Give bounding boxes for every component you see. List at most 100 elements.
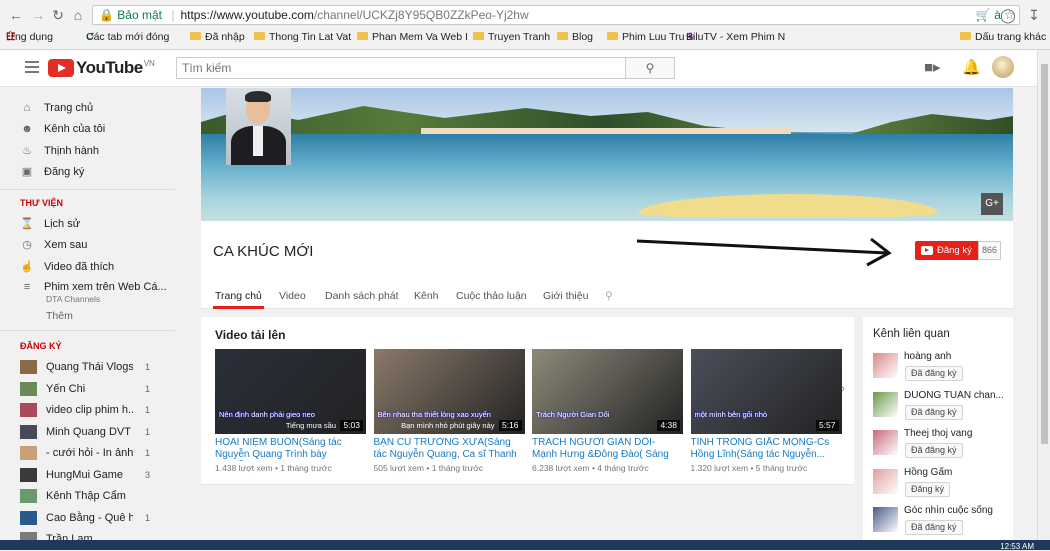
- related-channel-item[interactable]: Hồng Gấm Đăng ký: [873, 467, 1008, 501]
- page-scrollbar[interactable]: [1037, 50, 1050, 550]
- video-meta: 1.320 lượt xem • 5 tháng trước: [690, 463, 808, 473]
- video-thumbnail[interactable]: Nên định danh phải gieo neo Tiếng mưa sầu…: [215, 349, 366, 434]
- bookmark-blog[interactable]: Blog: [557, 30, 593, 43]
- more-link[interactable]: Thêm: [46, 310, 73, 322]
- video-card[interactable]: một mình bên gối nhỏ 5:57 TÌNH TRONG GIẤC …: [690, 349, 842, 473]
- video-card[interactable]: Trách Người Gian Dối 4:38 TRÁCH NGƯỜI GIAN…: [532, 349, 683, 473]
- related-channel-name[interactable]: Hồng Gấm: [904, 467, 1011, 478]
- new-count-badge: 1: [144, 426, 150, 437]
- channel-thumbnail: [20, 510, 37, 525]
- channel-thumbnail[interactable]: [873, 507, 898, 532]
- video-thumbnail[interactable]: Trách Người Gian Dối 4:38: [532, 349, 683, 434]
- subscription-name: - cưới hỏi - In ảnh...: [46, 447, 133, 460]
- related-subscribe-button[interactable]: Đã đăng ký: [905, 520, 963, 535]
- avatar[interactable]: [992, 56, 1014, 78]
- address-bar[interactable]: 🔒 Bảo mật | https://www.youtube.com/chann…: [92, 5, 1020, 25]
- related-channel-item[interactable]: DUONG TUAN chan... Đã đăng ký: [873, 390, 1008, 424]
- sidebar-item-trending[interactable]: ♨ Thịnh hành: [20, 143, 99, 159]
- channel-thumbnail[interactable]: [873, 430, 898, 455]
- extension-shield-icon[interactable]: ◯: [1000, 7, 1016, 23]
- video-title[interactable]: TRÁCH NGƯỜI GIAN DỐI- Mạnh Hưng &Đông Đà…: [532, 437, 683, 461]
- video-title[interactable]: BẠN CŨ TRƯỜNG XƯA(Sáng tác Nguyễn Quang,…: [374, 437, 525, 461]
- notification-bell-icon[interactable]: 🔔: [962, 60, 981, 76]
- cart-icon[interactable]: 🛒: [976, 8, 991, 22]
- video-title[interactable]: HOÀI NIỆM BUỒN(Sáng tác Nguyễn Quang Trì…: [215, 437, 366, 461]
- google-plus-icon[interactable]: G+: [981, 193, 1003, 215]
- sidebar-item-home[interactable]: ⌂ Trang chủ: [20, 100, 93, 116]
- tab-videos[interactable]: Video: [279, 290, 306, 302]
- bookmark-other[interactable]: Dấu trang khác: [960, 30, 1046, 43]
- home-icon[interactable]: ⌂: [70, 7, 86, 23]
- related-subscribe-button[interactable]: Đã đăng ký: [905, 366, 963, 381]
- chevron-right-icon[interactable]: ›: [841, 381, 845, 395]
- url-path: /channel/UCKZj8Y95QB0ZZkPeo-Yj2hw: [313, 8, 529, 22]
- channel-thumbnail[interactable]: [873, 353, 898, 378]
- tab-home[interactable]: Trang chủ: [213, 290, 264, 309]
- bookmark-phan-mem[interactable]: Phan Mem Va Web I: [357, 30, 468, 43]
- sidebar-item-my-channel[interactable]: ☻ Kênh của tôi: [20, 121, 105, 137]
- windows-taskbar: 12:53 AM: [0, 540, 1050, 551]
- lock-icon: 🔒: [99, 8, 114, 22]
- bookmark-truyen-tranh[interactable]: Truyen Tranh: [473, 30, 550, 43]
- flame-icon: ♨: [22, 145, 32, 157]
- subscription-item[interactable]: Minh Quang DVT 1: [20, 424, 160, 440]
- related-subscribe-button[interactable]: Đã đăng ký: [905, 404, 963, 420]
- search-button[interactable]: ⚲: [625, 57, 675, 79]
- youtube-logo[interactable]: YouTubeVN: [48, 59, 155, 77]
- video-card[interactable]: Bên nhau tha thiết lòng xao xuyến Bạn mìn…: [373, 349, 525, 473]
- subscriber-count: 866: [978, 241, 1001, 260]
- search-input[interactable]: Tìm kiếm: [176, 57, 626, 79]
- bookmark-phim-luu-tru[interactable]: Phim Luu Tru: [607, 30, 684, 43]
- thumbnail-caption-2: Bạn mình nhỏ phút giây này: [401, 421, 495, 430]
- channel-avatar[interactable]: [226, 88, 291, 165]
- subscribe-button[interactable]: Đăng ký: [915, 241, 978, 260]
- download-icon[interactable]: ↧: [1026, 7, 1042, 23]
- subscription-item[interactable]: Yến Chi 1: [20, 381, 160, 397]
- channel-thumbnail[interactable]: [873, 391, 898, 417]
- upload-video-icon[interactable]: ■▸: [924, 60, 941, 76]
- related-channel-name[interactable]: DUONG TUAN chan...: [904, 390, 1011, 401]
- sidebar-item-history[interactable]: ⌛ Lịch sử: [20, 216, 80, 232]
- video-thumbnail[interactable]: Bên nhau tha thiết lòng xao xuyến Bạn mìn…: [373, 349, 525, 434]
- tab-about[interactable]: Giới thiệu: [543, 290, 588, 302]
- video-thumbnail[interactable]: một mình bên gối nhỏ 5:57: [690, 349, 842, 434]
- related-channel-name[interactable]: hoàng anh: [904, 351, 1011, 362]
- bookmark-thong-tin[interactable]: Thong Tin Lat Vat: [254, 30, 351, 43]
- tab-playlists[interactable]: Danh sách phát: [325, 290, 399, 302]
- clock-icon: ◷: [22, 239, 32, 251]
- subscription-item[interactable]: Cao Bằng - Quê h... 1: [20, 510, 160, 526]
- related-channel-name[interactable]: Theej thoj vang: [904, 428, 1011, 439]
- sidebar-item-liked-videos[interactable]: ☝ Video đã thích: [20, 259, 114, 275]
- playlist-icon: ≡: [23, 281, 31, 293]
- video-title[interactable]: TÌNH TRONG GIẤC MỘNG-Cs Hồng Lĩnh(Sáng t…: [691, 437, 842, 461]
- channel-search-icon[interactable]: ⚲: [605, 290, 613, 302]
- forward-arrow-icon[interactable]: →: [30, 7, 46, 23]
- channel-thumbnail[interactable]: [873, 468, 898, 494]
- subscription-item[interactable]: - cưới hỏi - In ảnh... 1: [20, 445, 160, 461]
- related-channel-item[interactable]: Theej thoj vang Đã đăng ký: [873, 428, 1008, 462]
- subscription-item[interactable]: Kênh Thập Cẩm: [20, 488, 160, 504]
- sidebar-item-subscriptions[interactable]: ▣ Đăng ký: [20, 164, 85, 180]
- subscription-item[interactable]: Quang Thái Vlogs 1: [20, 359, 160, 375]
- video-card[interactable]: Nên định danh phải gieo neo Tiếng mưa sầu…: [215, 349, 366, 473]
- reload-icon[interactable]: ↻: [50, 7, 66, 23]
- related-subscribe-button[interactable]: Đã đăng ký: [905, 443, 963, 458]
- uploads-title[interactable]: Video tải lên: [215, 328, 285, 342]
- tab-channels[interactable]: Kênh: [414, 290, 439, 302]
- menu-icon[interactable]: [25, 61, 39, 73]
- folder-icon: [607, 32, 618, 41]
- sidebar-item-watch-later[interactable]: ◷ Xem sau: [20, 237, 87, 253]
- related-channel-item[interactable]: Góc nhìn cuộc sống Đã đăng ký: [873, 505, 1008, 539]
- subscriptions-heading: ĐĂNG KÝ: [20, 341, 62, 351]
- related-channel-name[interactable]: Góc nhìn cuộc sống: [904, 505, 1011, 516]
- related-channel-item[interactable]: hoàng anh Đã đăng ký: [873, 351, 1008, 385]
- url-base: https://www.youtube.com: [180, 8, 314, 22]
- subscription-item[interactable]: HungMui Game 3: [20, 467, 160, 483]
- related-subscribe-button[interactable]: Đăng ký: [905, 481, 951, 497]
- tab-discussion[interactable]: Cuộc thảo luận: [456, 290, 527, 302]
- uploads-section: Video tải lên Nên định danh phải gieo ne…: [201, 317, 854, 485]
- back-arrow-icon[interactable]: ←: [8, 7, 24, 23]
- bookmark-imported[interactable]: Đã nhập: [190, 30, 245, 43]
- subscription-item[interactable]: video clip phim h... 1: [20, 402, 160, 418]
- sidebar-item-playlist[interactable]: ≡ Phim xem trên Web Cá...: [20, 279, 167, 295]
